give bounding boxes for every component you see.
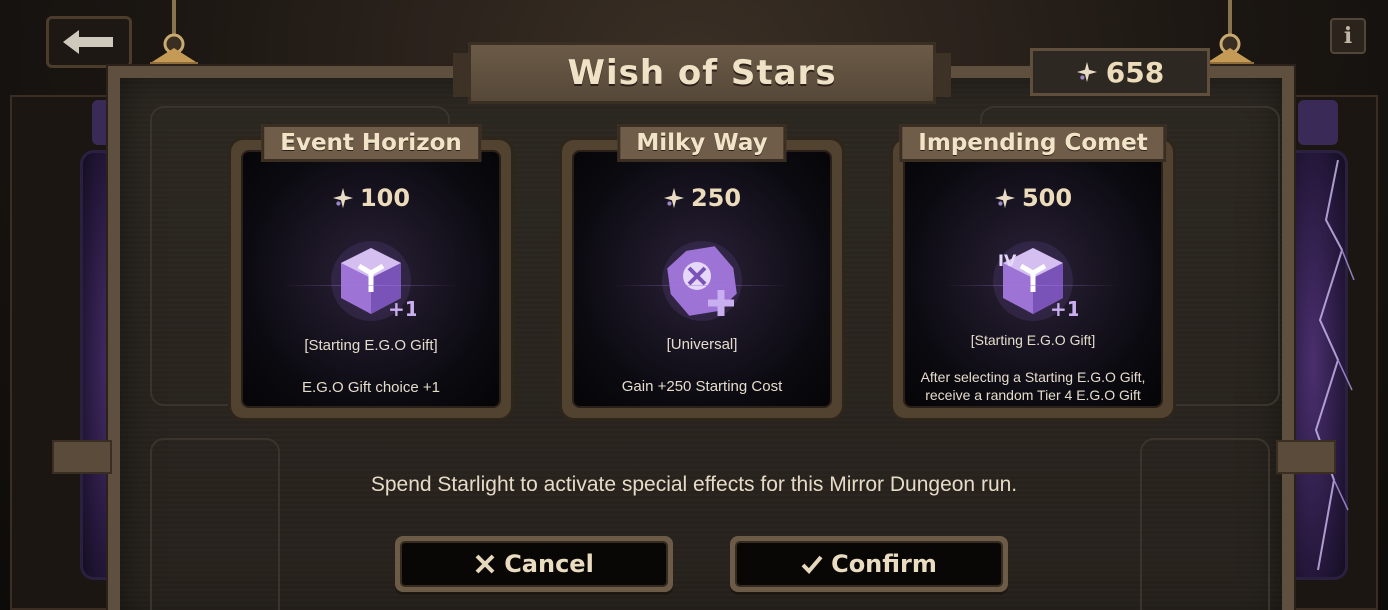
tier-iv-gift-cube-icon: IV +1 xyxy=(993,241,1078,321)
lightning-icon xyxy=(1314,160,1355,570)
card-body: 100 +1 [Starting E.G.O Gift] E.G.O Gift … xyxy=(241,150,501,408)
card-type: [Starting E.G.O Gift] xyxy=(970,332,1096,348)
wish-card-milky-way[interactable]: Milky Way 250 [Universal] Gain +250 Star… xyxy=(562,124,842,418)
wish-card-event-horizon[interactable]: Event Horizon 100 +1 [Starting E.G.O Gif… xyxy=(231,124,511,418)
title-plate: Wish of Stars xyxy=(453,42,951,104)
purple-panel-cap-right xyxy=(1298,100,1338,145)
confirm-label: Confirm xyxy=(831,550,937,578)
card-cost-value: 500 xyxy=(1021,184,1073,212)
ego-gift-cube-plus-one-icon: +1 xyxy=(331,241,416,321)
info-icon: i xyxy=(1343,23,1353,49)
confirm-button-face: Confirm xyxy=(735,541,1003,587)
card-title: Event Horizon xyxy=(261,124,481,162)
card-body: 250 [Universal] Gain +250 Starting Cost xyxy=(572,150,832,408)
card-cost: 250 xyxy=(574,184,830,212)
side-rail-right xyxy=(1276,440,1336,474)
svg-text:+1: +1 xyxy=(388,297,416,321)
decor-frame xyxy=(150,438,280,610)
card-cost-value: 250 xyxy=(690,184,742,212)
starlight-icon xyxy=(332,187,354,209)
cancel-label: Cancel xyxy=(504,550,594,578)
back-button[interactable] xyxy=(46,16,132,68)
card-type: [Universal] xyxy=(666,336,738,353)
card-description: Gain +250 Starting Cost xyxy=(621,378,783,395)
card-cost: 100 xyxy=(243,184,499,212)
cancel-button[interactable]: Cancel xyxy=(395,536,673,592)
starlight-total: 658 xyxy=(1105,55,1165,89)
card-description: After selecting a Starting E.G.O Gift, r… xyxy=(920,369,1146,403)
info-button[interactable]: i xyxy=(1330,18,1366,54)
card-type: [Starting E.G.O Gift] xyxy=(304,337,438,354)
dialog-hint: Spend Starlight to activate special effe… xyxy=(370,473,1018,496)
dialog-title: Wish of Stars xyxy=(567,53,837,93)
arrow-left-icon xyxy=(63,30,113,54)
card-title: Impending Comet xyxy=(899,124,1167,162)
lamp-icon xyxy=(150,0,198,67)
side-rail-left xyxy=(52,440,112,474)
confirm-button[interactable]: Confirm xyxy=(730,536,1008,592)
starlight-icon xyxy=(663,187,685,209)
svg-text:IV: IV xyxy=(998,251,1017,270)
starlight-icon xyxy=(994,187,1016,209)
decor-frame xyxy=(1140,438,1270,610)
starting-cost-plus-icon xyxy=(662,241,742,321)
starlight-counter: 658 xyxy=(1030,48,1210,96)
wish-card-impending-comet[interactable]: Impending Comet 500 IV +1 [Starting E.G.… xyxy=(893,124,1173,418)
svg-text:+1: +1 xyxy=(1050,297,1078,321)
lamp-icon xyxy=(1206,0,1254,67)
card-body: 500 IV +1 [Starting E.G.O Gift] After se… xyxy=(903,150,1163,408)
checkmark-icon xyxy=(801,555,823,574)
starlight-icon xyxy=(1076,61,1097,83)
card-title: Milky Way xyxy=(617,124,787,162)
card-cost: 500 xyxy=(905,184,1161,212)
card-description: E.G.O Gift choice +1 xyxy=(302,379,440,396)
card-cost-value: 100 xyxy=(359,184,411,212)
close-icon xyxy=(475,554,495,574)
cancel-button-face: Cancel xyxy=(400,541,668,587)
